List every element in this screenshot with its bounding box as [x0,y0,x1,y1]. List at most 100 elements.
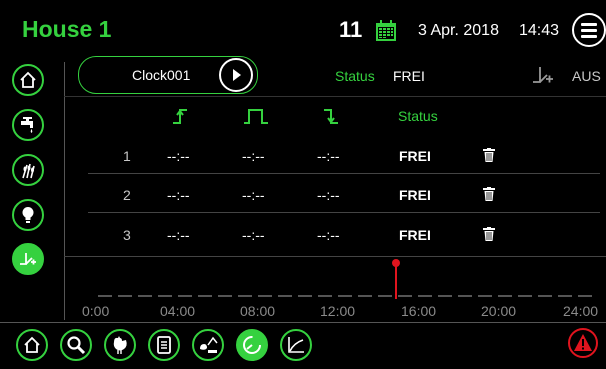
timeline-tick: 04:00 [160,303,196,319]
timeline-dash [198,295,212,297]
row-number: 2 [123,187,131,203]
current-time-marker [395,262,397,299]
feed-grain-icon [22,163,35,179]
timeline-dash [318,295,332,297]
timeline-tick: 24:00 [563,303,599,319]
timeline-dash [418,295,432,297]
pulse-time[interactable]: --:-- [242,227,265,243]
switch-off-icon [322,106,340,131]
switch-on-time[interactable]: --:-- [167,187,190,203]
timeline-dash [278,295,292,297]
row-number: 1 [123,148,131,164]
chart-icon [288,337,304,353]
switch-on-icon [171,106,189,131]
timeline-tick: 20:00 [481,303,517,319]
timeline-dash [138,295,152,297]
next-clock-button[interactable] [219,58,253,92]
home-icon [24,336,40,353]
day-number: 11 [339,17,363,42]
timeline-tick: 0:00 [82,303,110,319]
clock-timer-icon [20,253,36,265]
home-icon [20,71,36,88]
trash-icon[interactable] [483,187,495,201]
bottom-search-button[interactable] [60,329,92,361]
timeline-tick: 16:00 [401,303,437,319]
row-divider [88,173,600,174]
timeline-dash [558,295,572,297]
timeline-dash [398,295,412,297]
timeline-dash [238,295,252,297]
document-icon [157,336,171,354]
timeline-dash [178,295,192,297]
status-column-header: Status [398,108,438,124]
row-status: FREI [399,187,431,203]
timeline-tick: 12:00 [320,303,356,319]
timeline-dash [518,295,532,297]
clock-name: Clock001 [132,67,191,83]
row-status: FREI [399,227,431,243]
row-divider [88,212,600,213]
clock-mode-value: AUS [572,68,601,84]
bottom-timer-button[interactable] [236,329,268,361]
switch-on-time[interactable]: --:-- [167,227,190,243]
timeline-dash [98,295,112,297]
current-time-dot [392,259,400,267]
menu-icon[interactable] [572,13,606,47]
timeline-dash [478,295,492,297]
timeline-dash [538,295,552,297]
sidebar-water-button[interactable] [12,109,44,141]
sidebar-light-button[interactable] [12,199,44,231]
status-label: Status [335,68,375,84]
sidebar-home-button[interactable] [12,64,44,96]
hen-icon [113,336,127,354]
timeline-dash [498,295,512,297]
timer-icon [243,336,261,354]
bottom-report-button[interactable] [148,329,180,361]
header-time: 14:43 [519,22,560,39]
timeline-dash [258,295,272,297]
animals-scale-icon [200,336,218,353]
alarm-icon [574,334,592,351]
timeline-dash [458,295,472,297]
bottom-divider [0,322,606,323]
timeline-dash [578,295,592,297]
pulse-icon [243,106,269,131]
switch-on-time[interactable]: --:-- [167,148,190,164]
water-tap-icon [21,117,33,133]
sidebar-clock-button[interactable] [12,243,44,275]
timeline-dash [158,295,172,297]
timeline-dash [118,295,132,297]
calendar-icon[interactable] [375,20,397,42]
timeline-dash [338,295,352,297]
timeline-tick: 08:00 [240,303,276,319]
trash-icon[interactable] [483,227,495,241]
switch-off-time[interactable]: --:-- [317,227,340,243]
chevron-right-icon [233,69,241,81]
pulse-time[interactable]: --:-- [242,148,265,164]
search-icon [67,336,86,355]
sidebar-feed-button[interactable] [12,154,44,186]
sidebar-divider [64,62,65,320]
trash-icon[interactable] [483,148,495,162]
timeline-dash [218,295,232,297]
header-date: 3 Apr. 2018 [418,22,499,39]
timeline-divider [64,256,606,257]
switch-off-time[interactable]: --:-- [317,187,340,203]
timeline-dash [438,295,452,297]
page-title: House 1 [22,16,112,42]
light-bulb-icon [22,207,34,223]
timeline-dash [298,295,312,297]
bottom-chart-button[interactable] [280,329,312,361]
bottom-home-button[interactable] [16,329,48,361]
pulse-time[interactable]: --:-- [242,187,265,203]
timeline-dash [378,295,392,297]
switch-off-time[interactable]: --:-- [317,148,340,164]
bottom-weighing-button[interactable] [192,329,224,361]
clock-mode-icon [531,64,557,91]
row-status: FREI [399,148,431,164]
status-value: FREI [393,68,425,84]
divider [64,96,606,97]
bottom-animals-button[interactable] [104,329,136,361]
row-number: 3 [123,227,131,243]
alarm-button[interactable] [568,328,598,358]
